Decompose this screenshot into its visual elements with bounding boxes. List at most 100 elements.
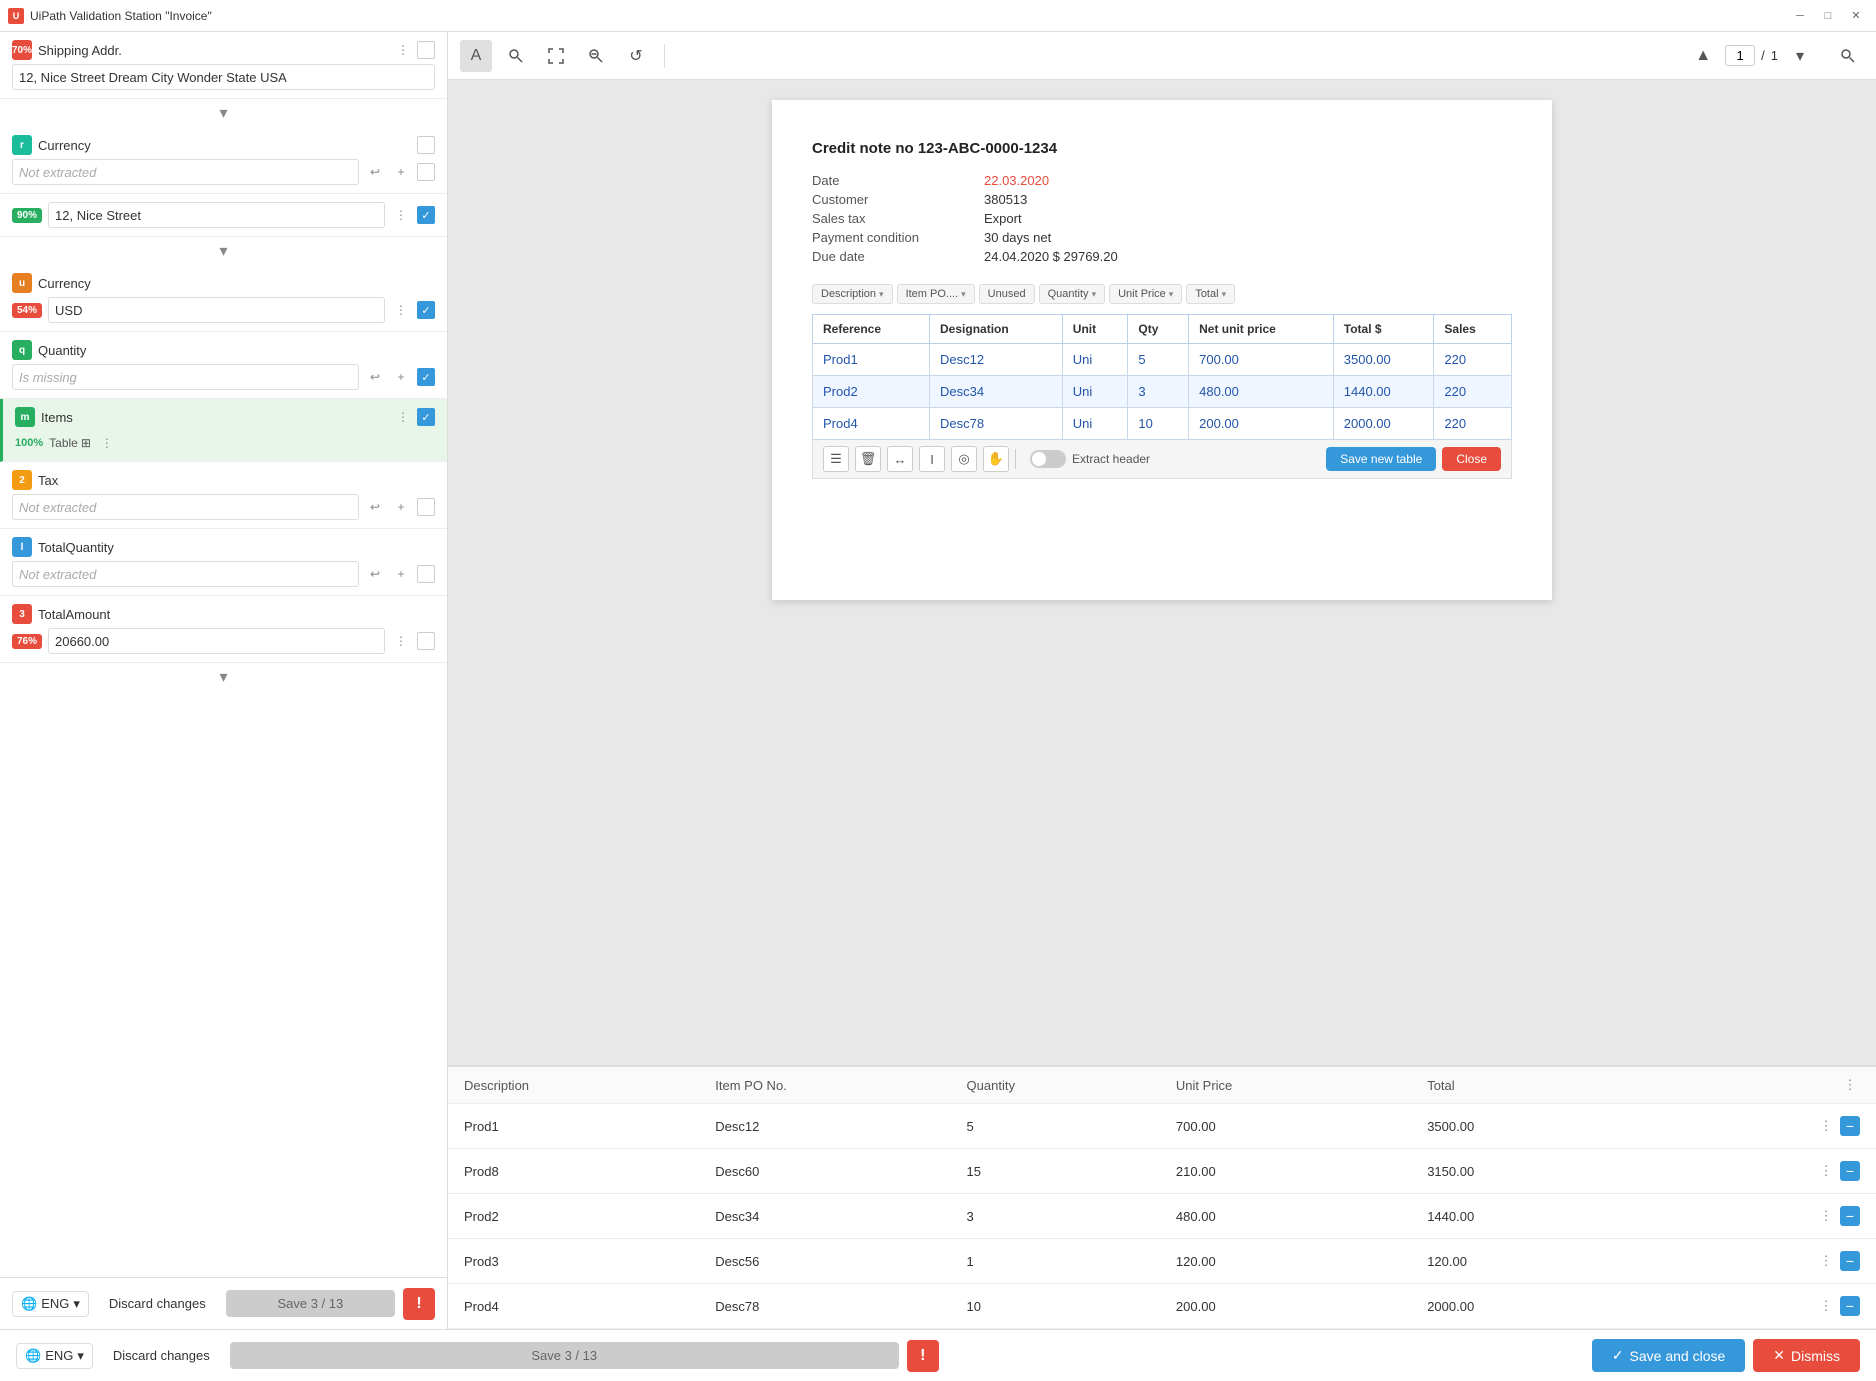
- chevron-expand-2[interactable]: ▾: [0, 237, 447, 265]
- extract-toggle-switch[interactable]: [1030, 450, 1066, 468]
- row-minus-btn[interactable]: −: [1840, 1251, 1860, 1271]
- col-header-unit-price[interactable]: Unit Price ▾: [1109, 284, 1182, 304]
- doc-table-cell[interactable]: Uni: [1062, 344, 1128, 376]
- zoom-search-button[interactable]: [500, 40, 532, 72]
- search-button[interactable]: [1832, 40, 1864, 72]
- doc-table-cell[interactable]: 3: [1128, 376, 1189, 408]
- doc-table-cell[interactable]: 10: [1128, 408, 1189, 440]
- field-value-shipping[interactable]: 12, Nice Street Dream City Wonder State …: [12, 64, 435, 90]
- doc-table-cell[interactable]: Desc12: [930, 344, 1063, 376]
- col-header-quantity[interactable]: Quantity ▾: [1039, 284, 1106, 304]
- doc-table-cell[interactable]: Desc78: [930, 408, 1063, 440]
- chevron-expand-3[interactable]: ▾: [0, 663, 447, 691]
- row-more-btn[interactable]: ⋮: [1816, 1296, 1836, 1316]
- tbl-circle-btn[interactable]: ◎: [951, 446, 977, 472]
- doc-table-cell[interactable]: 700.00: [1189, 344, 1334, 376]
- items-table-menu[interactable]: ⋮: [97, 433, 117, 453]
- doc-table-cell[interactable]: 200.00: [1189, 408, 1334, 440]
- field-checkbox-quantity[interactable]: ✓: [417, 368, 435, 386]
- save-and-close-button[interactable]: ✓ Save and close: [1592, 1339, 1745, 1372]
- field-menu-currency[interactable]: ⋮: [391, 300, 411, 320]
- text-tool-button[interactable]: A: [460, 40, 492, 72]
- field-checkbox-items[interactable]: ✓: [417, 408, 435, 426]
- discard-changes-button[interactable]: Discard changes: [97, 1290, 218, 1317]
- refresh-button[interactable]: ↺: [620, 40, 652, 72]
- row-minus-btn[interactable]: −: [1840, 1206, 1860, 1226]
- maximize-button[interactable]: □: [1816, 6, 1840, 26]
- items-table-btn[interactable]: Table ⊞: [49, 436, 91, 450]
- alert-button-global[interactable]: !: [907, 1340, 939, 1372]
- field-add-totalqty[interactable]: +: [391, 564, 411, 584]
- tbl-select-btn[interactable]: ☰: [823, 446, 849, 472]
- page-prev-button[interactable]: ▲: [1687, 40, 1719, 72]
- doc-table-cell[interactable]: Prod1: [813, 344, 930, 376]
- doc-table-cell[interactable]: Uni: [1062, 376, 1128, 408]
- doc-table-cell[interactable]: Prod4: [813, 408, 930, 440]
- close-button[interactable]: ✕: [1844, 6, 1868, 26]
- field-value-vendor2[interactable]: 12, Nice Street: [48, 202, 385, 228]
- tbl-hand-btn[interactable]: ✋: [983, 446, 1009, 472]
- doc-table-cell[interactable]: Desc34: [930, 376, 1063, 408]
- doc-table-cell[interactable]: 220: [1434, 344, 1512, 376]
- row-minus-btn[interactable]: −: [1840, 1296, 1860, 1316]
- doc-table-cell[interactable]: 220: [1434, 376, 1512, 408]
- field-menu-shipping[interactable]: ⋮: [393, 40, 413, 60]
- field-undo-tax[interactable]: ↩: [365, 497, 385, 517]
- doc-table-cell[interactable]: 5: [1128, 344, 1189, 376]
- field-checkbox-currency[interactable]: ✓: [417, 301, 435, 319]
- doc-table-cell[interactable]: 480.00: [1189, 376, 1334, 408]
- tbl-delete-btn[interactable]: 🗑: [855, 446, 881, 472]
- field-checkbox-vendor2[interactable]: [417, 163, 435, 181]
- discard-button-global[interactable]: Discard changes: [101, 1342, 222, 1369]
- doc-table-cell[interactable]: 3500.00: [1333, 344, 1434, 376]
- row-minus-btn[interactable]: −: [1840, 1116, 1860, 1136]
- data-table-more-btn[interactable]: ⋮: [1840, 1075, 1860, 1095]
- field-add-vendor[interactable]: +: [391, 162, 411, 182]
- field-value-currency[interactable]: USD: [48, 297, 385, 323]
- minimize-button[interactable]: ─: [1788, 6, 1812, 26]
- field-undo-vendor[interactable]: ↩: [365, 162, 385, 182]
- tbl-insert-btn[interactable]: I: [919, 446, 945, 472]
- lang-btn-global[interactable]: 🌐 ENG ▾: [16, 1343, 93, 1369]
- row-more-btn[interactable]: ⋮: [1816, 1116, 1836, 1136]
- page-next-button[interactable]: ▾: [1784, 40, 1816, 72]
- field-checkbox-vendor[interactable]: [417, 136, 435, 154]
- col-header-description[interactable]: Description ▾: [812, 284, 893, 304]
- tbl-arrow-btn[interactable]: ↔: [887, 446, 913, 472]
- alert-button[interactable]: !: [403, 1288, 435, 1320]
- field-checkbox-vendor3[interactable]: ✓: [417, 206, 435, 224]
- field-add-quantity[interactable]: +: [391, 367, 411, 387]
- doc-table-cell[interactable]: 1440.00: [1333, 376, 1434, 408]
- lang-chevron-global: ▾: [77, 1348, 84, 1364]
- col-header-total[interactable]: Total ▾: [1186, 284, 1235, 304]
- language-selector[interactable]: 🌐 ENG ▾: [12, 1291, 89, 1317]
- field-checkbox-totalamt[interactable]: [417, 632, 435, 650]
- doc-table-cell[interactable]: Prod2: [813, 376, 930, 408]
- row-more-btn[interactable]: ⋮: [1816, 1206, 1836, 1226]
- field-checkbox-totalqty[interactable]: [417, 565, 435, 583]
- field-undo-totalqty[interactable]: ↩: [365, 564, 385, 584]
- chevron-expand-1[interactable]: ▾: [0, 99, 447, 127]
- row-more-btn[interactable]: ⋮: [1816, 1161, 1836, 1181]
- field-checkbox-tax[interactable]: [417, 498, 435, 516]
- dismiss-button[interactable]: ✕ Dismiss: [1753, 1339, 1860, 1372]
- page-number-input[interactable]: [1725, 45, 1755, 66]
- row-minus-btn[interactable]: −: [1840, 1161, 1860, 1181]
- save-new-table-button[interactable]: Save new table: [1326, 447, 1436, 471]
- field-menu-items[interactable]: ⋮: [393, 407, 413, 427]
- field-value-totalamt[interactable]: 20660.00: [48, 628, 385, 654]
- col-header-unused[interactable]: Unused: [979, 284, 1035, 304]
- field-menu-vendor2[interactable]: ⋮: [391, 205, 411, 225]
- expand-button[interactable]: [540, 40, 572, 72]
- close-table-button[interactable]: Close: [1442, 447, 1501, 471]
- doc-table-cell[interactable]: Uni: [1062, 408, 1128, 440]
- field-checkbox-shipping[interactable]: [417, 41, 435, 59]
- field-add-tax[interactable]: +: [391, 497, 411, 517]
- col-header-item-po[interactable]: Item PO.... ▾: [897, 284, 975, 304]
- doc-table-cell[interactable]: 220: [1434, 408, 1512, 440]
- zoom-out-button[interactable]: [580, 40, 612, 72]
- doc-table-cell[interactable]: 2000.00: [1333, 408, 1434, 440]
- row-more-btn[interactable]: ⋮: [1816, 1251, 1836, 1271]
- field-undo-quantity[interactable]: ↩: [365, 367, 385, 387]
- field-menu-totalamt[interactable]: ⋮: [391, 631, 411, 651]
